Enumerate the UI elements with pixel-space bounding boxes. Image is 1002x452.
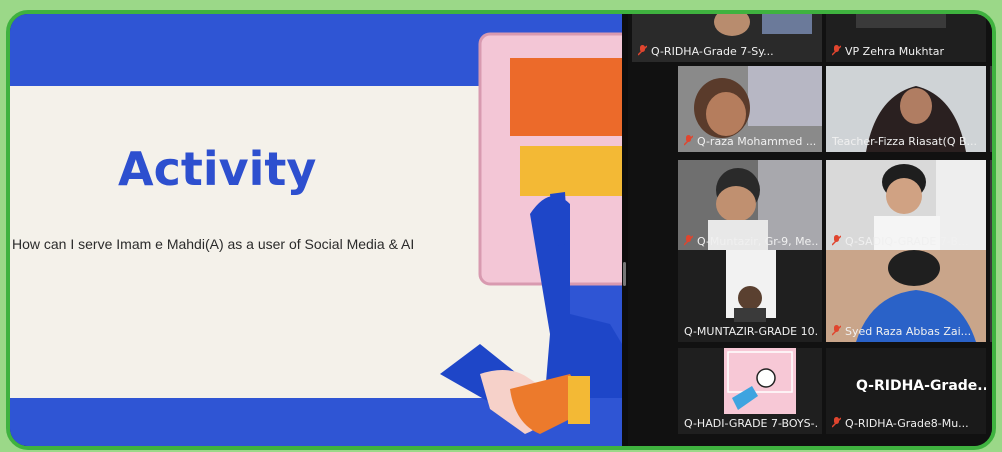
tablet-yellow-block	[520, 146, 622, 196]
slide-title: Activity	[118, 142, 317, 196]
handshake-right-cuff	[568, 376, 590, 424]
participant-tile-partial[interactable]	[990, 160, 992, 252]
muted-mic-icon	[832, 325, 841, 336]
slide-question: How can I serve Imam e Mahdi(A) as a use…	[12, 236, 415, 252]
screen-frame: Activity How can I serve Imam e Mahdi(A)…	[6, 10, 996, 450]
participant-name-label: Teacher-Fizza Riasat(Q B...	[832, 135, 978, 148]
muted-mic-icon	[832, 235, 841, 246]
participant-tile[interactable]: Q-MUNTAZIR-GRADE 10...	[678, 250, 822, 342]
participant-tile-no-video[interactable]: Q-RIDHA-Grade... Q-RIDHA-Grade8-Mu...	[826, 348, 986, 434]
participant-tile[interactable]: Q-Muntazir, Gr-9, Me...	[678, 160, 822, 252]
participant-gallery: Q-RIDHA-Grade 7-Sy... VP Zehra Mukhtar Q…	[628, 14, 992, 446]
participant-name-label: Syed Raza Abbas Zai...	[832, 325, 982, 338]
participant-name-label: Q-Muntazir, Gr-9, Me...	[684, 235, 818, 248]
shared-slide: Activity How can I serve Imam e Mahdi(A)…	[10, 14, 622, 446]
participant-name-label: Q-SADIQ-GRADE 7-B...	[832, 235, 982, 248]
participant-tile[interactable]: Q-RIDHA-Grade 7-Sy...	[632, 14, 822, 62]
participant-display-name: Q-RIDHA-Grade...	[856, 378, 986, 394]
muted-mic-icon	[832, 45, 841, 56]
tablet-orange-block	[510, 58, 622, 136]
participant-name-label: VP Zehra Mukhtar	[832, 45, 982, 58]
participant-tile-active-speaker[interactable]: Teacher-Fizza Riasat(Q B...	[826, 66, 986, 152]
participant-name-label: Q-HADI-GRADE 7-BOYS-...	[684, 417, 818, 430]
participant-tile-partial[interactable]	[990, 250, 992, 342]
participant-tile[interactable]: Syed Raza Abbas Zai...	[826, 250, 986, 342]
participant-tile[interactable]: Q-SADIQ-GRADE 7-B...	[826, 160, 986, 252]
participant-tile[interactable]: Q-raza Mohammed ...	[678, 66, 822, 152]
participant-name-label: Q-RIDHA-Grade 7-Sy...	[638, 45, 818, 58]
muted-mic-icon	[684, 135, 693, 146]
participant-name-label: Q-MUNTAZIR-GRADE 10...	[684, 325, 818, 338]
participant-tile[interactable]: Q-HADI-GRADE 7-BOYS-...	[678, 348, 822, 434]
participant-tile[interactable]: VP Zehra Mukhtar	[826, 14, 986, 62]
participant-name-label: Q-raza Mohammed ...	[684, 135, 818, 148]
muted-mic-icon	[832, 417, 841, 428]
muted-mic-icon	[638, 45, 647, 56]
muted-mic-icon	[684, 235, 693, 246]
participant-tile-partial[interactable]	[990, 66, 992, 152]
slide-illustration	[10, 32, 622, 446]
participant-name-label: Q-RIDHA-Grade8-Mu...	[832, 417, 982, 430]
divider-handle[interactable]	[623, 262, 626, 286]
